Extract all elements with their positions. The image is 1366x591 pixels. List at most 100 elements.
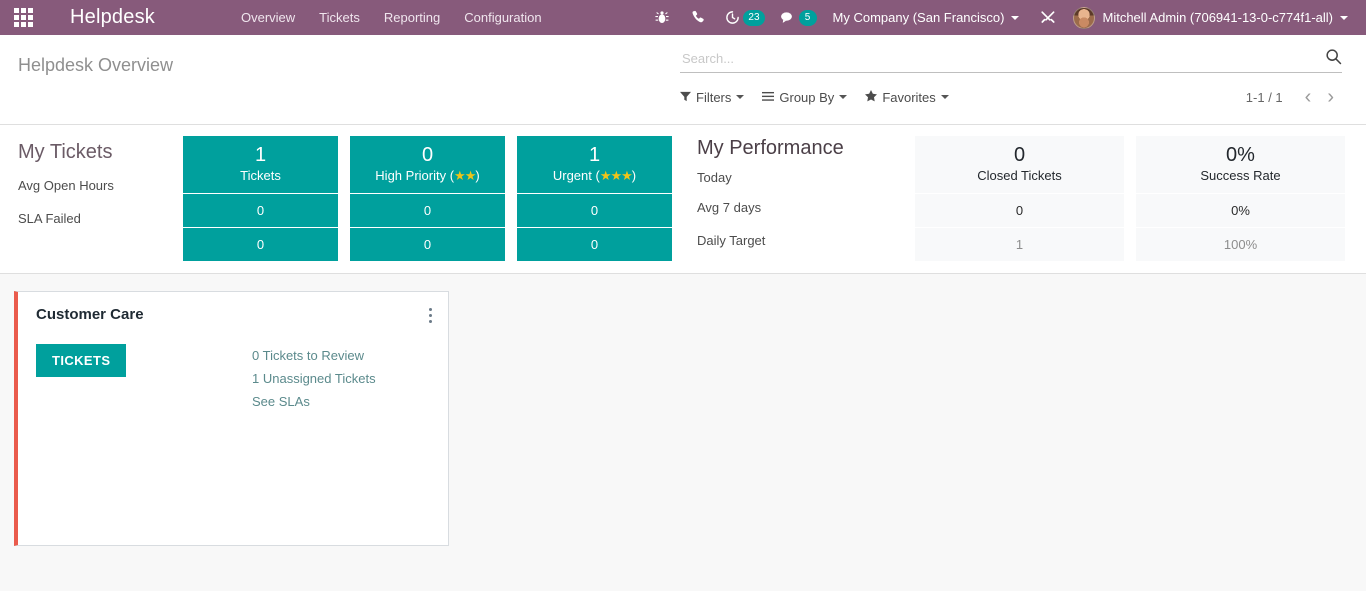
- team-card: Customer Care TICKETS 0 Tickets to Revie…: [14, 290, 449, 546]
- user-menu[interactable]: Mitchell Admin (706941-13-0-c774f1-all): [1067, 6, 1358, 29]
- groupby-label: Group By: [779, 89, 835, 105]
- chevron-down-icon: [1011, 15, 1020, 20]
- link-tickets-to-review[interactable]: 0 Tickets to Review: [252, 344, 376, 367]
- menu-item-overview[interactable]: Overview: [229, 0, 307, 35]
- kpi-value-urgent: 1: [588, 144, 601, 166]
- kpi-head-urgent[interactable]: 1 Urgent (★★★): [517, 136, 672, 193]
- kpi-avg-7-days-closed-tickets[interactable]: 0: [915, 193, 1124, 227]
- kpi-column-closed-tickets: 0 Closed Tickets 0 1: [915, 136, 1124, 261]
- control-panel-right: Filters Group By Favorites: [680, 35, 1366, 124]
- kpi-head-success-rate[interactable]: 0% Success Rate: [1136, 136, 1345, 193]
- filters-label: Filters: [696, 89, 732, 105]
- kpi-label-suffix: ): [475, 168, 480, 184]
- kpi-sla-failed-urgent[interactable]: 0: [517, 227, 672, 261]
- menu-item-configuration[interactable]: Configuration: [452, 0, 553, 35]
- user-name: Mitchell Admin (706941-13-0-c774f1-all): [1102, 10, 1333, 25]
- kpi-avg-open-hours-tickets[interactable]: 0: [183, 193, 338, 227]
- activity-menu-button[interactable]: 23: [716, 0, 770, 35]
- control-panel-left: Helpdesk Overview: [0, 35, 680, 124]
- kpi-value-tickets: 1: [254, 144, 267, 166]
- my-performance-title: My Performance: [697, 137, 844, 159]
- kpi-label-text: High Priority (: [375, 168, 455, 184]
- kpi-avg-open-hours-high-priority[interactable]: 0: [350, 193, 505, 227]
- filters-dropdown[interactable]: Filters: [680, 89, 745, 105]
- kpi-label-high-priority: High Priority (★★): [354, 167, 501, 185]
- kpi-column-urgent: 1 Urgent (★★★) 0 0: [517, 136, 672, 261]
- kpi-daily-target-success-rate[interactable]: 100%: [1136, 227, 1345, 261]
- kpi-label-tickets: Tickets: [240, 168, 281, 184]
- my-tickets-columns: 1 Tickets 0 0 0 High Priority (★★) 0 0 1…: [183, 136, 672, 261]
- kpi-label-closed-tickets: Closed Tickets: [977, 168, 1062, 184]
- kpi-label-text: Urgent (: [552, 168, 600, 184]
- bars-icon: [762, 90, 775, 105]
- kpi-label-urgent: Urgent (★★★): [521, 167, 668, 185]
- priority-stars-icon: ★★★: [599, 168, 633, 184]
- my-performance-row-label-today: Today: [697, 170, 732, 185]
- bug-icon[interactable]: [644, 0, 680, 35]
- my-performance-row-label-avg-7-days: Avg 7 days: [697, 200, 762, 215]
- pager: 1-1 / 1 ‹ ›: [1246, 87, 1342, 107]
- team-card-header: Customer Care: [18, 292, 448, 328]
- team-card-body: TICKETS 0 Tickets to Review 1 Unassigned…: [18, 328, 448, 413]
- link-unassigned-tickets[interactable]: 1 Unassigned Tickets: [252, 367, 376, 390]
- pager-previous-button[interactable]: ‹: [1297, 87, 1320, 107]
- favorites-dropdown[interactable]: Favorites: [865, 89, 949, 105]
- kpi-column-success-rate: 0% Success Rate 0% 100%: [1136, 136, 1345, 261]
- my-tickets-section: My Tickets Avg Open Hours SLA Failed 1 T…: [0, 136, 683, 261]
- messaging-menu-button[interactable]: 5: [771, 0, 823, 35]
- link-see-slas[interactable]: See SLAs: [252, 390, 376, 413]
- kpi-head-closed-tickets[interactable]: 0 Closed Tickets: [915, 136, 1124, 193]
- chevron-down-icon: [1340, 15, 1348, 20]
- search-icon[interactable]: [1319, 48, 1342, 70]
- phone-icon[interactable]: [680, 0, 716, 35]
- my-tickets-labels: My Tickets Avg Open Hours SLA Failed: [0, 136, 183, 261]
- favorites-label: Favorites: [882, 89, 936, 105]
- search-input[interactable]: [680, 51, 1319, 66]
- kpi-avg-open-hours-urgent[interactable]: 0: [517, 193, 672, 227]
- kpi-band: My Tickets Avg Open Hours SLA Failed 1 T…: [0, 125, 1366, 274]
- tickets-button[interactable]: TICKETS: [36, 343, 127, 377]
- chevron-down-icon: [940, 95, 949, 99]
- kpi-value-closed-tickets: 0: [1013, 144, 1026, 166]
- kpi-column-high-priority: 0 High Priority (★★) 0 0: [350, 136, 505, 261]
- my-tickets-title: My Tickets: [18, 141, 113, 163]
- my-tickets-row-label-sla-failed: SLA Failed: [18, 211, 81, 226]
- kpi-avg-7-days-success-rate[interactable]: 0%: [1136, 193, 1345, 227]
- navbar-right-tools: 23 5 My Company (San Francisco) Mitchell…: [644, 0, 1366, 35]
- menu-item-reporting[interactable]: Reporting: [372, 0, 452, 35]
- apps-grid-icon[interactable]: [0, 0, 46, 35]
- kpi-sla-failed-tickets[interactable]: 0: [183, 227, 338, 261]
- app-brand-title[interactable]: Helpdesk: [46, 6, 165, 29]
- my-performance-section: My Performance Today Avg 7 days Daily Ta…: [683, 136, 1366, 261]
- groupby-dropdown[interactable]: Group By: [762, 89, 848, 105]
- kpi-value-high-priority: 0: [421, 144, 434, 166]
- pager-count: 1-1 / 1: [1245, 89, 1283, 105]
- kpi-label-suffix: ): [631, 168, 637, 184]
- company-name: My Company (San Francisco): [832, 10, 1005, 25]
- my-performance-labels: My Performance Today Avg 7 days Daily Ta…: [683, 136, 915, 261]
- team-card-actions: TICKETS: [36, 343, 252, 413]
- team-name[interactable]: Customer Care: [36, 306, 144, 323]
- tools-icon[interactable]: [1029, 0, 1067, 35]
- chevron-down-icon: [839, 95, 848, 99]
- kanban-board: Customer Care TICKETS 0 Tickets to Revie…: [0, 274, 1366, 546]
- kpi-head-tickets[interactable]: 1 Tickets: [183, 136, 338, 193]
- top-navbar: Helpdesk Overview Tickets Reporting Conf…: [0, 0, 1366, 35]
- company-switcher[interactable]: My Company (San Francisco): [823, 10, 1030, 25]
- activity-count-badge: 23: [743, 9, 765, 26]
- kpi-label-success-rate: Success Rate: [1200, 168, 1281, 184]
- search-options: Filters Group By Favorites 1-1 / 1 ‹ ›: [680, 87, 1342, 107]
- menu-item-tickets[interactable]: Tickets: [307, 0, 372, 35]
- kpi-value-success-rate: 0%: [1226, 144, 1255, 166]
- kpi-head-high-priority[interactable]: 0 High Priority (★★): [350, 136, 505, 193]
- pager-next-button[interactable]: ›: [1319, 87, 1342, 107]
- kebab-menu-icon[interactable]: [425, 306, 436, 328]
- my-performance-row-label-daily-target: Daily Target: [697, 233, 766, 248]
- chevron-down-icon: [736, 95, 745, 99]
- kpi-sla-failed-high-priority[interactable]: 0: [350, 227, 505, 261]
- search-bar: [680, 47, 1342, 73]
- kpi-daily-target-closed-tickets[interactable]: 1: [915, 227, 1124, 261]
- team-card-links: 0 Tickets to Review 1 Unassigned Tickets…: [252, 344, 376, 413]
- kpi-column-tickets: 1 Tickets 0 0: [183, 136, 338, 261]
- avatar: [1073, 6, 1096, 29]
